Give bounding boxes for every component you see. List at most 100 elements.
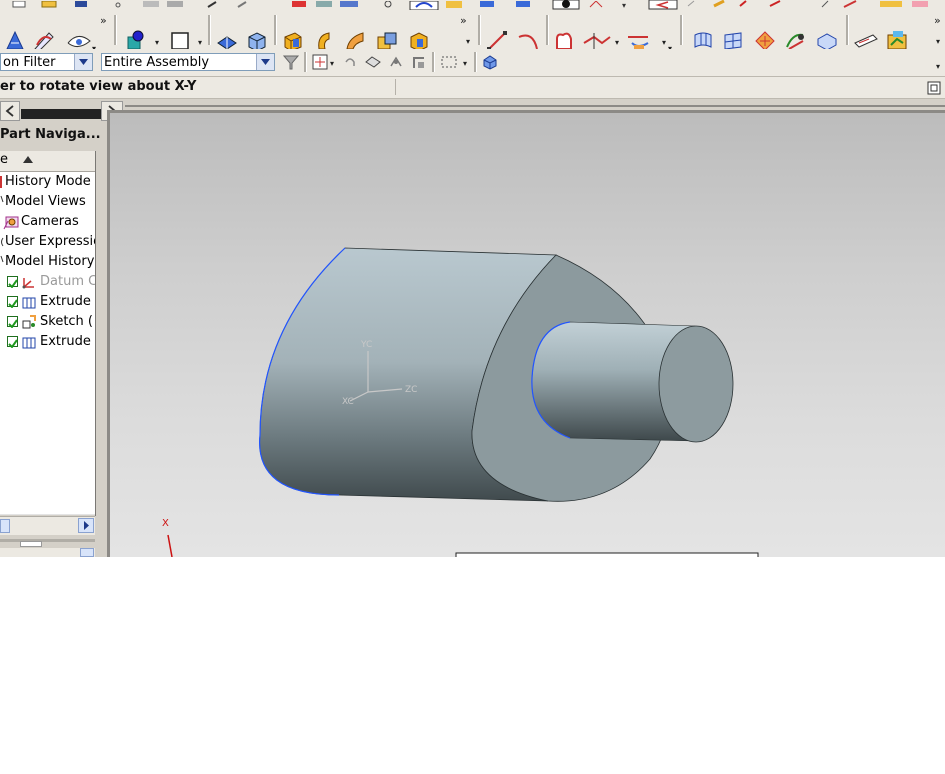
toolbar-dropdown-icon[interactable]: ▾ [936,37,940,46]
svg-text:▾: ▾ [155,38,159,47]
snap-point-icon[interactable]: ▾ [310,53,338,71]
scroll-right-button[interactable] [78,518,94,533]
camera-icon [2,215,20,232]
model-canvas[interactable]: YC ZC XC X [110,113,945,557]
toolbar-dropdown-icon[interactable]: ▾ [936,62,940,71]
type-filter-value: on Filter [3,55,56,70]
collapse-panel-button[interactable] [80,548,94,557]
navigator-item-extrude-2[interactable]: Extrude [0,332,95,353]
navigator-empty-row [0,452,95,473]
copy-paste-icon[interactable] [140,0,190,8]
visibility-checkbox[interactable] [7,336,18,349]
navigator-item-label: Datum C [40,274,95,289]
wcs-z-label: ZC [405,385,417,395]
undo-redo-icon[interactable] [204,0,264,8]
cut-icon[interactable] [110,0,126,8]
part-navigator-title: Part Naviga... [0,127,101,142]
new-icon[interactable] [8,0,30,8]
navigator-item-sketch[interactable]: Sketch ( [0,312,95,333]
quick-pick-icon[interactable] [386,53,406,71]
rectangle-select-icon[interactable]: ▾ [438,53,470,71]
navigator-border [95,151,96,516]
svg-text:▾: ▾ [615,38,619,47]
cue-divider [395,79,396,95]
deselect-icon[interactable] [362,53,384,71]
toolbar-separator [304,52,307,72]
cylinder-boss[interactable] [531,321,734,443]
type-filter-select[interactable]: on Filter [0,53,93,71]
visibility-checkbox[interactable] [7,296,18,309]
zoom-icons[interactable] [380,0,470,10]
visibility-checkbox[interactable] [7,316,18,329]
chevron-down-icon[interactable] [256,54,274,70]
navigator-column-header[interactable]: e [0,151,95,172]
filter-icon[interactable] [280,53,302,71]
navigator-item-user-expressions[interactable]: User Expressio [0,232,95,253]
dialog-top-edge[interactable] [455,552,759,557]
visibility-icons[interactable]: ▾ [584,0,634,8]
next-panel-label-clipped [0,549,60,557]
panel-splitter[interactable] [0,539,95,542]
absolute-triad: X [162,518,173,557]
navigator-empty-row [0,432,95,453]
navigator-item-history-mode[interactable]: History Mode [0,172,95,193]
toolbar-separator [478,15,481,45]
snap-icon[interactable] [648,0,678,10]
sort-ascending-icon[interactable] [22,153,34,168]
chevron-down-icon[interactable] [74,54,92,70]
more-tools-icon[interactable]: » [460,14,467,27]
selection-scope-select[interactable]: Entire Assembly [101,53,275,71]
toolbar-separator [474,52,477,72]
feature-icons-top[interactable] [684,0,814,8]
toolbar-row-main: ▾ » ▾ ▾ » ▾ [0,11,945,53]
svg-text:▾: ▾ [463,59,467,68]
navigator-item-label: Extrude [40,294,91,309]
absolute-x-label: X [162,518,169,529]
tree-connector-icon [0,234,4,252]
splitter-grip[interactable] [20,541,42,547]
layer-icon[interactable] [480,53,500,71]
render-mode-icon[interactable] [552,0,580,10]
next-panel-header[interactable] [0,548,95,557]
more-tools-icon[interactable]: » [100,14,107,27]
navigator-item-cameras[interactable]: Cameras [0,212,95,233]
toolbar-dropdown-icon[interactable]: ▾ [466,37,470,46]
shading-icons[interactable] [476,0,536,8]
toolbar-separator [114,15,117,45]
visibility-checkbox[interactable] [7,276,18,289]
extrude-feature-icon [21,335,37,352]
navigator-item-model-views[interactable]: Model Views [0,192,95,213]
toolbar-separator [680,15,683,45]
strip-divider [125,105,945,107]
more-tools-icon[interactable]: » [934,14,941,27]
scroll-left-button[interactable] [0,101,20,121]
navigator-h-scrollbar[interactable] [0,516,95,535]
navigator-item-label: Model History [5,254,95,269]
navigator-item-extrude-1[interactable]: Extrude [0,292,95,313]
open-icon[interactable] [38,0,60,8]
navigator-item-label: History Mode [5,174,91,189]
svg-text:▾: ▾ [622,1,626,8]
navigator-item-label: Model Views [5,194,86,209]
save-icon[interactable] [70,0,92,8]
maximize-icon[interactable] [926,80,942,95]
scroll-thumb[interactable] [0,519,10,533]
toolbar-separator [274,15,277,45]
svg-text:▾: ▾ [198,38,202,47]
info-icons[interactable] [290,0,370,8]
select-feature-icon[interactable] [408,53,430,71]
navigator-empty-row [0,352,95,373]
tree-connector-icon [0,254,4,272]
toolbar-separator [208,15,211,45]
sketch-feature-icon [21,314,37,332]
tree-connector-icon [0,194,4,212]
scroll-thumb[interactable] [21,109,101,119]
toolbar-separator [846,15,849,45]
navigator-item-datum-csys[interactable]: Datum C [0,272,95,293]
cue-line: er to rotate view about X-Y [0,77,945,99]
navigator-item-model-history[interactable]: Model History [0,252,95,273]
surface-icons-top[interactable] [818,0,938,8]
undo-selection-icon[interactable] [340,53,360,71]
graphics-viewport[interactable]: YC ZC XC X [107,113,945,557]
navigator-empty-row [0,412,95,433]
